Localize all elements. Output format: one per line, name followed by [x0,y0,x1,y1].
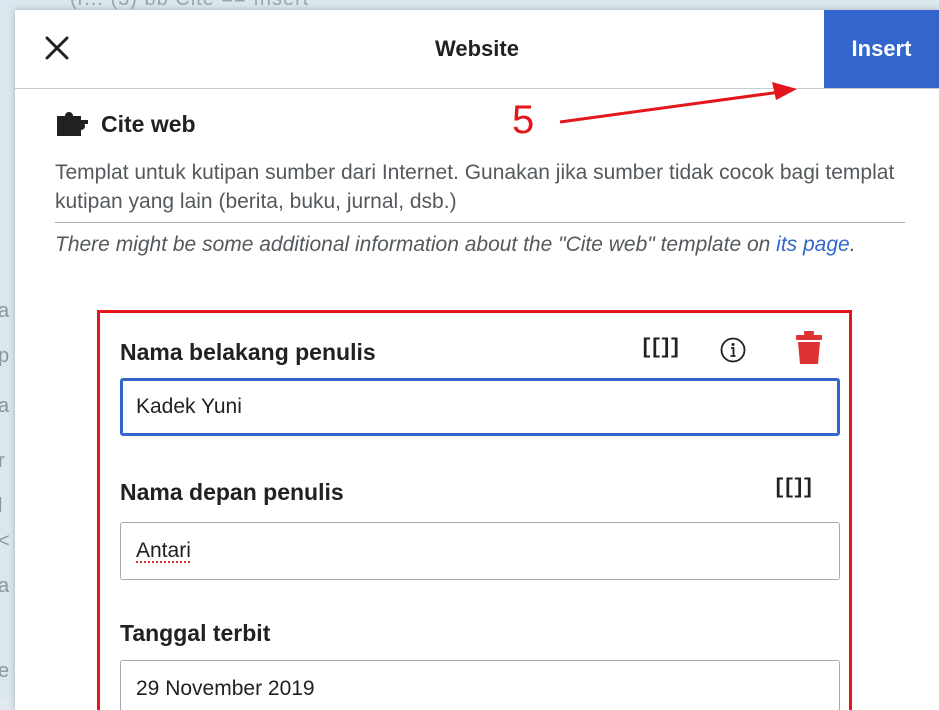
annotation-arrow-icon [0,0,939,698]
